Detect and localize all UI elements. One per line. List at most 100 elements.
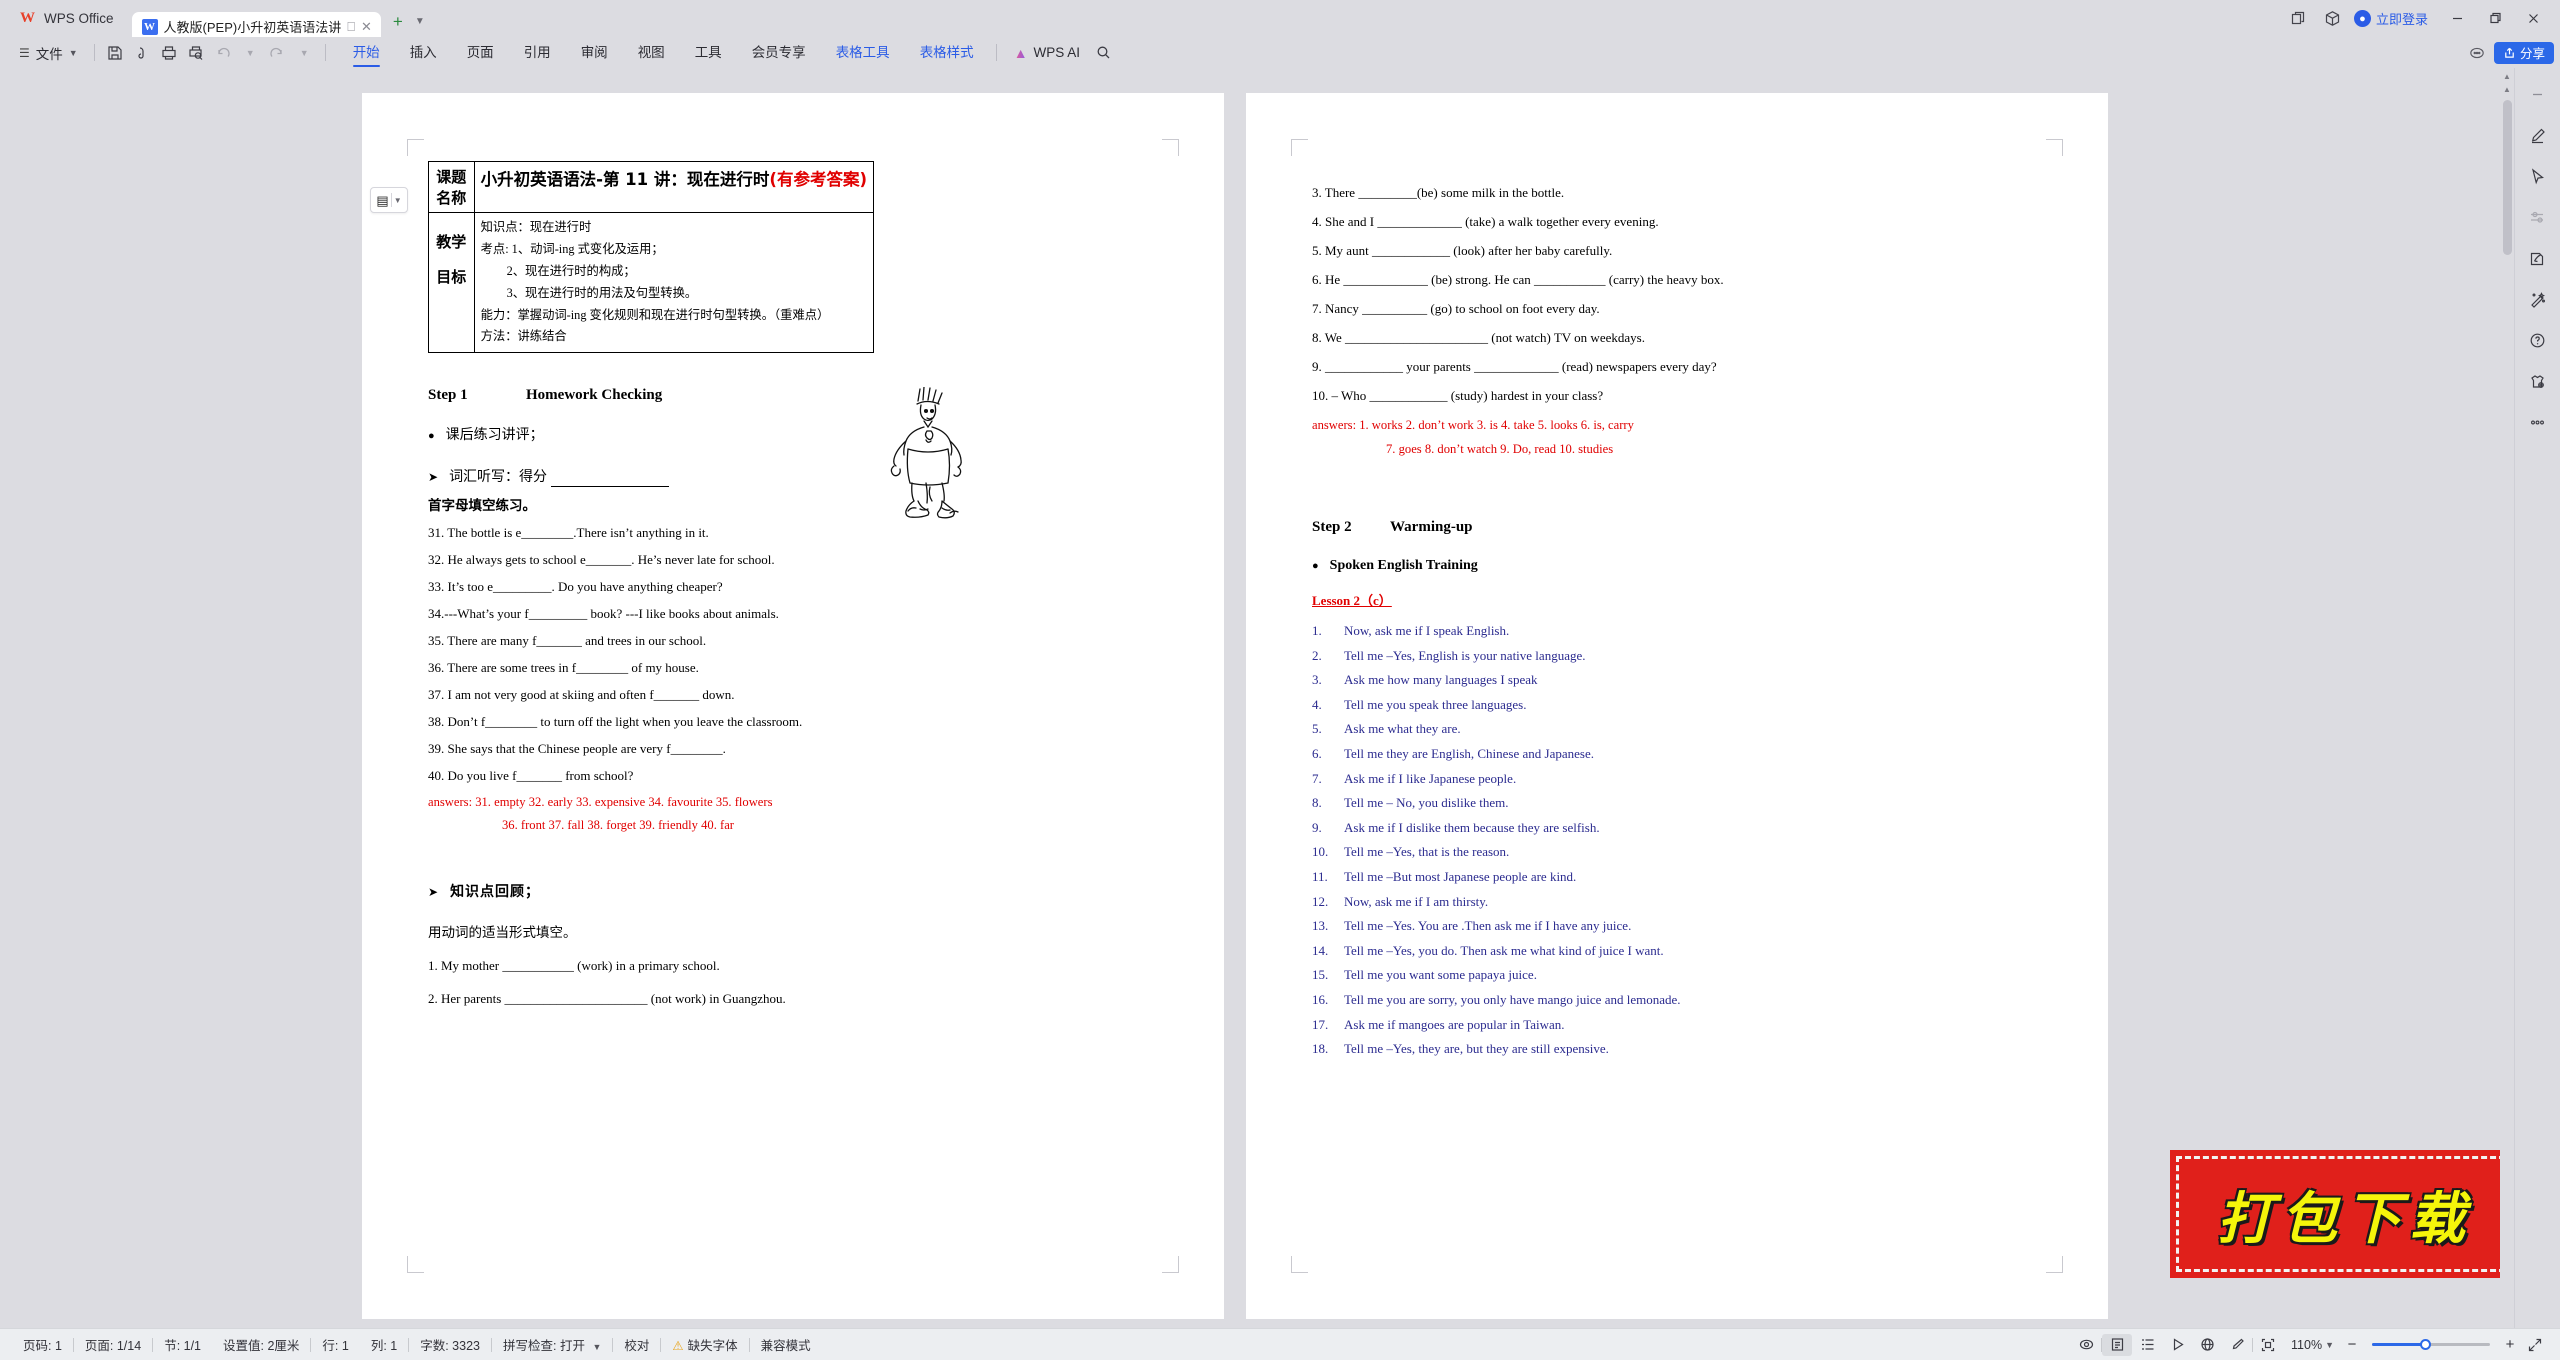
save-icon[interactable] — [102, 41, 129, 65]
list-item: 9. Ask me if I dislike them because they … — [1312, 820, 2056, 836]
ribbon-tab-reference[interactable]: 引用 — [509, 37, 566, 68]
magic-wand-icon[interactable] — [2524, 287, 2552, 311]
ribbon-tab-view[interactable]: 视图 — [623, 37, 680, 68]
undo-dropdown-icon[interactable]: ▼ — [237, 41, 264, 65]
close-button[interactable] — [2514, 3, 2552, 35]
zoom-in-button[interactable]: + — [2500, 1336, 2520, 1353]
vertical-scrollbar[interactable]: ▲ ▲ — [2500, 68, 2514, 1328]
question-item: 31. The bottle is e________.There isn’t … — [428, 525, 709, 541]
scrollbar-thumb[interactable] — [2502, 100, 2512, 255]
app-name: WPS Office — [44, 11, 114, 26]
undo-icon[interactable] — [210, 41, 237, 65]
ribbon-tab-page[interactable]: 页面 — [452, 37, 509, 68]
pen-edit-icon[interactable] — [2524, 123, 2552, 147]
step1-sub-heading: 首字母填空练习。 — [428, 498, 536, 515]
fit-page-icon[interactable] — [2253, 1334, 2283, 1356]
brush-tool-icon[interactable] — [2222, 1334, 2252, 1356]
document-page-1[interactable]: ▤ ▼ 课题名称 小升初英语语法-第 11 讲：现在进行时(有参考答案) 教学 — [362, 93, 1224, 1319]
question-item: 32. He always gets to school e_______. H… — [428, 552, 775, 568]
zoom-out-button[interactable]: − — [2342, 1336, 2362, 1353]
ribbon-tab-home[interactable]: 开始 — [338, 37, 395, 68]
fullscreen-icon[interactable] — [2520, 1334, 2550, 1356]
status-page-count[interactable]: 页面: 1/14 — [74, 1335, 152, 1354]
login-button[interactable]: ● 立即登录 — [2350, 9, 2438, 28]
close-tab-icon[interactable]: ✕ — [361, 19, 372, 35]
table-select-handle[interactable]: ▤ ▼ — [370, 187, 408, 213]
list-item: 8. Tell me – No, you dislike them. — [1312, 795, 2056, 811]
more-options-icon[interactable] — [2524, 410, 2552, 434]
document-workspace[interactable]: ▤ ▼ 课题名称 小升初英语语法-第 11 讲：现在进行时(有参考答案) 教学 — [0, 68, 2560, 1328]
scroll-top-icon[interactable]: ▲ — [2503, 72, 2511, 81]
cloud-save-icon[interactable] — [129, 41, 156, 65]
tab-list-chevron-icon[interactable]: ▼ — [415, 16, 425, 27]
reading-view-icon[interactable] — [2162, 1334, 2192, 1356]
ribbon-tab-review[interactable]: 审阅 — [566, 37, 623, 68]
file-menu-label: 文件 — [35, 46, 63, 62]
share-button[interactable]: 分享 — [2493, 41, 2554, 64]
topic-title-red: (有参考答案) — [769, 170, 867, 189]
step1-label: Step 1 — [428, 387, 468, 404]
minimize-button[interactable] — [2438, 3, 2476, 35]
eye-preview-icon[interactable] — [2071, 1334, 2101, 1356]
slider-knob[interactable] — [2420, 1339, 2431, 1350]
print-preview-icon[interactable] — [183, 41, 210, 65]
hamburger-icon: ☰ — [19, 45, 30, 60]
fill-instruction: 用动词的适当形式填空。 — [428, 925, 577, 941]
redo-dropdown-icon[interactable]: ▼ — [291, 41, 318, 65]
copy-window-icon[interactable] — [2282, 3, 2316, 35]
collapse-rail-icon[interactable] — [2524, 82, 2552, 106]
chevron-down-icon[interactable]: ▼ — [394, 196, 402, 205]
zoom-slider[interactable] — [2372, 1338, 2490, 1352]
web-view-icon[interactable] — [2192, 1334, 2222, 1356]
question-item: 36. There are some trees in f________ of… — [428, 660, 699, 676]
list-text: Ask me if I dislike them because they ar… — [1344, 819, 1600, 835]
question-item: 34.---What’s your f_________ book? ---I … — [428, 606, 779, 622]
ribbon-tab-tools[interactable]: 工具 — [680, 37, 737, 68]
ribbon-tab-member[interactable]: 会员专享 — [737, 37, 821, 68]
outline-view-icon[interactable] — [2132, 1334, 2162, 1356]
settings-sliders-icon[interactable] — [2524, 205, 2552, 229]
status-word-count[interactable]: 字数: 3323 — [409, 1335, 491, 1354]
status-proofread[interactable]: 校对 — [613, 1335, 660, 1354]
status-section[interactable]: 节: 1/1 — [153, 1335, 212, 1354]
maximize-button[interactable] — [2476, 3, 2514, 35]
comment-cloud-icon[interactable] — [2464, 42, 2490, 64]
feather-annotate-icon[interactable] — [2524, 246, 2552, 270]
status-missing-font[interactable]: ⚠ 缺失字体 — [661, 1335, 748, 1354]
redo-icon[interactable] — [264, 41, 291, 65]
document-page-2[interactable]: 3. There _________(be) some milk in the … — [1246, 93, 2108, 1319]
cursor-select-icon[interactable] — [2524, 164, 2552, 188]
file-menu-button[interactable]: ☰ 文件 ▼ — [10, 43, 87, 63]
status-compat-mode[interactable]: 兼容模式 — [750, 1335, 822, 1354]
help-question-icon[interactable] — [2524, 328, 2552, 352]
status-row[interactable]: 行: 1 — [311, 1335, 359, 1354]
list-text: Tell me you speak three languages. — [1344, 696, 1527, 712]
list-text: Now, ask me if I speak English. — [1344, 623, 1510, 638]
step2-heading: Step 2 Warming-up — [1312, 519, 2056, 536]
cube-icon[interactable] — [2316, 3, 2350, 35]
monitor-icon[interactable]: ⎕ — [347, 19, 355, 35]
status-column[interactable]: 列: 1 — [360, 1335, 408, 1354]
list-item: 10. Tell me –Yes, that is the reason. — [1312, 844, 2056, 860]
print-icon[interactable] — [156, 41, 183, 65]
wps-ai-button[interactable]: ▲ WPS AI — [1004, 45, 1090, 61]
zoom-level[interactable]: 110% — [2283, 1338, 2325, 1352]
list-item: 17. Ask me if mangoes are popular in Taiw… — [1312, 1017, 2056, 1033]
status-page-number[interactable]: 页码: 1 — [12, 1335, 73, 1354]
scroll-prev-page-icon[interactable]: ▲ — [2503, 85, 2511, 94]
zoom-chevron-icon[interactable]: ▼ — [2325, 1340, 2342, 1350]
page-layout-view-icon[interactable] — [2102, 1333, 2133, 1356]
ribbon-tab-insert[interactable]: 插入 — [395, 37, 452, 68]
search-icon[interactable] — [1090, 41, 1117, 65]
status-setting-value[interactable]: 设置值: 2厘米 — [212, 1335, 310, 1354]
download-watermark[interactable]: 打包下载 — [2170, 1150, 2520, 1278]
answers-line-2: 36. front 37. fall 38. forget 39. friend… — [502, 818, 734, 833]
list-number: 9. — [1312, 819, 1322, 835]
status-spellcheck[interactable]: 拼写检查: 打开 ▼ — [492, 1335, 612, 1354]
skin-theme-icon[interactable] — [2524, 369, 2552, 393]
ribbon-tab-table-style[interactable]: 表格样式 — [905, 37, 989, 68]
new-tab-icon[interactable]: + — [393, 12, 403, 32]
ribbon-tab-table-tools[interactable]: 表格工具 — [821, 37, 905, 68]
spoken-training-heading: ● Spoken English Training — [1312, 558, 2056, 574]
list-item: 1. Now, ask me if I speak English. — [1312, 623, 2056, 639]
